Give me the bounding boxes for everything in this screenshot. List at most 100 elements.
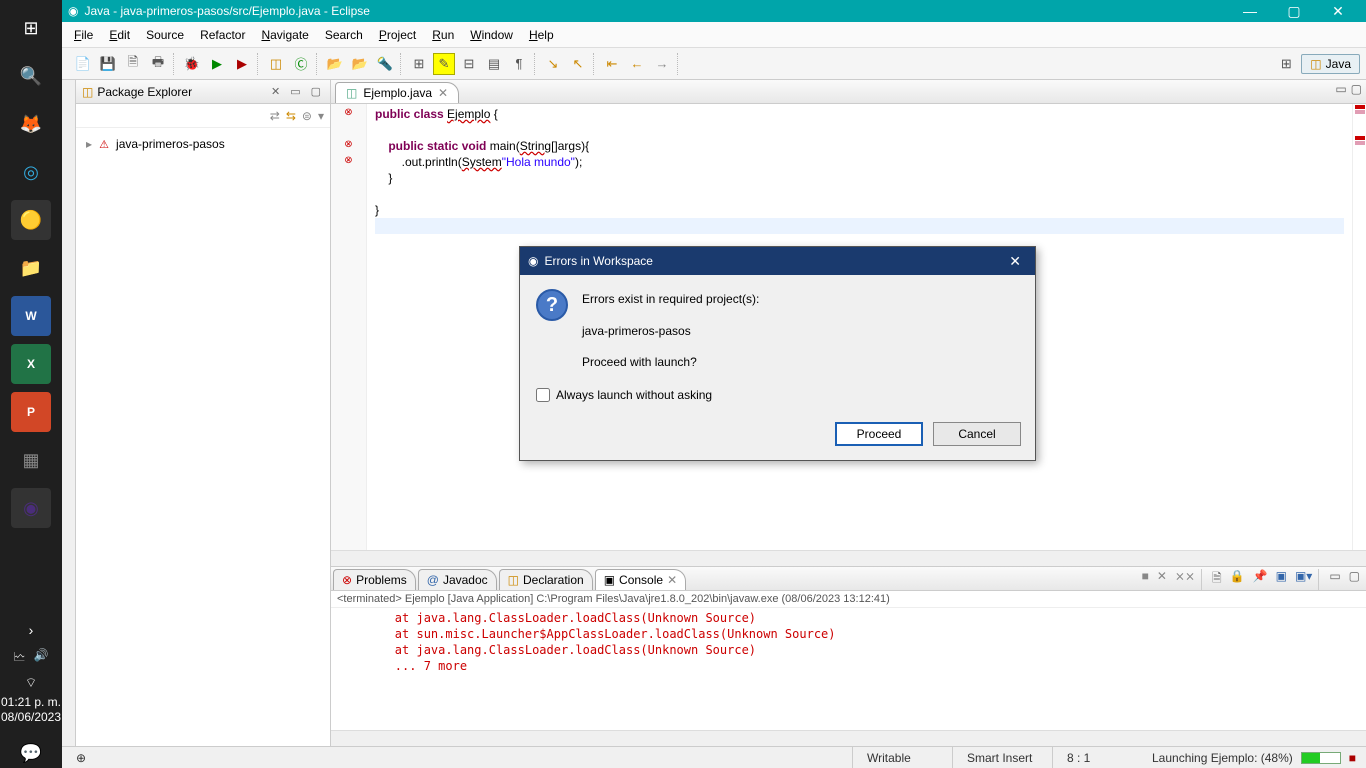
toggle2-button[interactable]: ⊟ xyxy=(458,53,480,75)
link-icon[interactable]: ⇆ xyxy=(286,109,296,123)
tab-close-icon[interactable]: ✕ xyxy=(438,86,448,100)
console-output[interactable]: at java.lang.ClassLoader.loadClass(Unkno… xyxy=(331,608,1366,730)
search-button[interactable]: 🔦 xyxy=(374,53,396,75)
display-icon[interactable]: ▣ xyxy=(1274,569,1289,590)
con-min-icon[interactable]: ▭ xyxy=(1327,569,1342,590)
editor-hscroll[interactable] xyxy=(331,550,1366,566)
explorer-icon[interactable]: 📁 xyxy=(11,248,51,288)
newpkg-button[interactable]: ◫ xyxy=(265,53,287,75)
open-button[interactable]: 📂 xyxy=(324,53,346,75)
menu-source[interactable]: Source xyxy=(138,24,192,46)
new-button[interactable]: 📄 xyxy=(72,53,94,75)
tab-declaration[interactable]: ◫Declaration xyxy=(499,569,593,590)
open-perspective-button[interactable]: ⊞ xyxy=(1275,53,1297,75)
error-marker-icon[interactable]: ⊗ xyxy=(331,152,366,168)
word-icon[interactable]: W xyxy=(11,296,51,336)
newclass-button[interactable]: Ⓒ xyxy=(290,53,312,75)
block-button[interactable]: ▤ xyxy=(483,53,505,75)
error-marker-icon[interactable]: ⊗ xyxy=(331,136,366,152)
prev-ann-button[interactable]: ↖ xyxy=(567,53,589,75)
print-button[interactable]: 🖶 xyxy=(147,53,169,75)
con-max-icon[interactable]: ▢ xyxy=(1347,569,1362,590)
always-launch-checkbox[interactable] xyxy=(536,388,550,402)
edge-icon[interactable]: ◎ xyxy=(11,152,51,192)
forward-button[interactable]: → xyxy=(651,53,673,75)
notifications-icon[interactable]: 💬 xyxy=(11,738,51,768)
status-progress[interactable]: Launching Ejemplo: (48%) ■ xyxy=(1142,751,1366,765)
tab-close-icon[interactable]: ✕ xyxy=(667,573,677,587)
save-button[interactable]: 💾 xyxy=(97,53,119,75)
view-close-icon[interactable]: ✕ xyxy=(268,85,283,98)
clock[interactable]: 01:21 p. m.08/06/2023 xyxy=(1,695,61,726)
windows-taskbar: ⊞ 🔍 🦊 ◎ 🟡 📁 W X P ▦ ◉ › 🗠🔊 ⌔ 01:21 p. m.… xyxy=(0,0,62,768)
system-tray[interactable]: 🗠🔊 xyxy=(13,648,48,669)
chrome-icon[interactable]: 🟡 xyxy=(11,200,51,240)
wifi-icon[interactable]: ⌔ xyxy=(25,675,37,691)
mark-button[interactable]: ✎ xyxy=(433,53,455,75)
cancel-button[interactable]: Cancel xyxy=(933,422,1021,446)
view-min-icon[interactable]: ▭ xyxy=(287,85,303,98)
menu-file[interactable]: File xyxy=(66,24,101,46)
toggle1-button[interactable]: ⊞ xyxy=(408,53,430,75)
run-button[interactable]: ▶ xyxy=(206,53,228,75)
progress-stop-icon[interactable]: ■ xyxy=(1349,751,1356,765)
terminate-icon[interactable]: ■ xyxy=(1140,569,1151,590)
ed-max-icon[interactable]: ▢ xyxy=(1351,82,1362,96)
menu-icon[interactable]: ▾ xyxy=(318,109,324,123)
console-hscroll[interactable] xyxy=(331,730,1366,746)
editor-tab[interactable]: ◫ Ejemplo.java ✕ xyxy=(335,82,459,103)
wrap-button[interactable]: ¶ xyxy=(508,53,530,75)
ed-min-icon[interactable]: ▭ xyxy=(1335,82,1346,96)
last-edit-button[interactable]: ⇤ xyxy=(601,53,623,75)
java-perspective-button[interactable]: ◫ Java xyxy=(1301,54,1360,74)
overview-ruler[interactable] xyxy=(1352,104,1366,550)
expand-icon[interactable]: ▸ xyxy=(86,137,92,151)
open-console-icon[interactable]: ▣▾ xyxy=(1293,569,1314,590)
filter-icon[interactable]: ⊜ xyxy=(302,109,312,123)
tab-console[interactable]: ▣Console✕ xyxy=(595,569,686,590)
error-marker-icon[interactable]: ⊗ xyxy=(331,104,366,120)
minimize-button[interactable]: — xyxy=(1228,3,1272,20)
collapse-icon[interactable]: ⇄ xyxy=(270,109,280,123)
project-item[interactable]: ▸ ⚠ java-primeros-pasos xyxy=(86,134,320,154)
clear-icon[interactable]: 🗎 xyxy=(1210,569,1224,590)
app-icon[interactable]: ▦ xyxy=(11,440,51,480)
debug-button[interactable]: 🐞 xyxy=(181,53,203,75)
errors-dialog: ◉ Errors in Workspace ✕ ? Errors exist i… xyxy=(519,246,1036,461)
menu-navigate[interactable]: Navigate xyxy=(253,24,316,46)
close-button[interactable]: ✕ xyxy=(1316,3,1360,20)
firefox-icon[interactable]: 🦊 xyxy=(11,104,51,144)
menu-edit[interactable]: Edit xyxy=(101,24,138,46)
titlebar[interactable]: ◉ Java - java-primeros-pasos/src/Ejemplo… xyxy=(62,0,1366,22)
menu-help[interactable]: Help xyxy=(521,24,562,46)
eclipse-icon[interactable]: ◉ xyxy=(11,488,51,528)
status-icon[interactable]: ⊕ xyxy=(62,747,90,768)
maximize-button[interactable]: ▢ xyxy=(1272,3,1316,20)
powerpoint-icon[interactable]: P xyxy=(11,392,51,432)
start-icon[interactable]: ⊞ xyxy=(11,8,51,48)
runlast-button[interactable]: ▶ xyxy=(231,53,253,75)
next-ann-button[interactable]: ↘ xyxy=(542,53,564,75)
menu-window[interactable]: Window xyxy=(462,24,521,46)
lock-icon[interactable]: 🔒 xyxy=(1228,569,1247,590)
view-max-icon[interactable]: ▢ xyxy=(308,85,324,98)
pin-icon[interactable]: 📌 xyxy=(1251,569,1270,590)
back-button[interactable]: ← xyxy=(626,53,648,75)
search-icon[interactable]: 🔍 xyxy=(11,56,51,96)
removeall-icon[interactable]: ⨯⨯ xyxy=(1173,569,1197,590)
tab-problems[interactable]: ⊗Problems xyxy=(333,569,416,590)
expand-icon[interactable]: › xyxy=(11,618,51,642)
dialog-close-button[interactable]: ✕ xyxy=(1003,253,1027,270)
dialog-titlebar[interactable]: ◉ Errors in Workspace ✕ xyxy=(520,247,1035,275)
tab-javadoc[interactable]: @Javadoc xyxy=(418,569,497,590)
java-icon: ◫ xyxy=(1310,57,1321,71)
opentype-button[interactable]: 📂 xyxy=(349,53,371,75)
proceed-button[interactable]: Proceed xyxy=(835,422,923,446)
menu-refactor[interactable]: Refactor xyxy=(192,24,253,46)
excel-icon[interactable]: X xyxy=(11,344,51,384)
remove-icon[interactable]: ✕ xyxy=(1155,569,1169,590)
menu-run[interactable]: Run xyxy=(424,24,462,46)
saveall-button[interactable]: 🗎 xyxy=(122,53,144,75)
menu-search[interactable]: Search xyxy=(317,24,371,46)
menu-project[interactable]: Project xyxy=(371,24,424,46)
